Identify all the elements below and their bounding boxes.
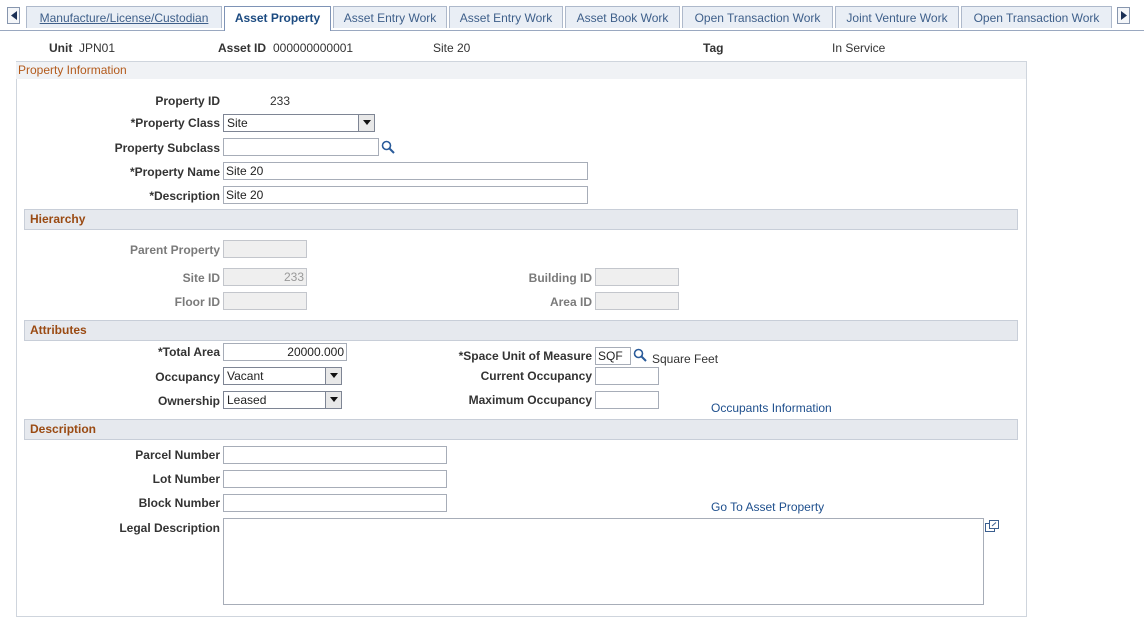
ownership-select[interactable]: Leased xyxy=(223,391,342,409)
property-subclass-label: Property Subclass xyxy=(114,141,220,155)
tab-open-transaction-work-2[interactable]: Open Transaction Work xyxy=(961,6,1112,28)
unit-label: Unit xyxy=(49,41,73,55)
parent-property-label: Parent Property xyxy=(129,243,220,257)
tab-label: Manufacture/License/Custodian xyxy=(39,11,209,25)
tag-label: Tag xyxy=(703,41,724,55)
description-label: *Description xyxy=(149,189,220,203)
property-class-value: Site xyxy=(227,116,248,130)
go-to-asset-property-link[interactable]: Go To Asset Property xyxy=(711,500,824,514)
total-area-input[interactable]: 20000.000 xyxy=(223,343,347,361)
asset-id-label: Asset ID xyxy=(218,41,267,55)
legal-description-label: Legal Description xyxy=(119,521,220,535)
current-occupancy-input[interactable] xyxy=(595,367,659,385)
tab-open-transaction-work-1[interactable]: Open Transaction Work xyxy=(682,6,833,28)
tab-asset-entry-work-1[interactable]: Asset Entry Work xyxy=(333,6,447,28)
tab-label: Asset Book Work xyxy=(576,11,669,25)
tab-label: Open Transaction Work xyxy=(694,11,821,25)
property-class-label: *Property Class xyxy=(130,116,220,130)
occupancy-select[interactable]: Vacant xyxy=(223,367,342,385)
unit-value: JPN01 xyxy=(79,41,116,55)
property-class-select[interactable]: Site xyxy=(223,114,375,132)
maximum-occupancy-label: Maximum Occupancy xyxy=(468,393,592,407)
block-number-label: Block Number xyxy=(138,496,220,510)
description-input[interactable]: Site 20 xyxy=(223,186,588,204)
parcel-number-input[interactable] xyxy=(223,446,447,464)
tab-label: Open Transaction Work xyxy=(973,11,1100,25)
building-id-input[interactable] xyxy=(595,268,679,286)
ownership-label: Ownership xyxy=(157,394,220,408)
space-uom-input[interactable]: SQF xyxy=(595,347,631,365)
scroll-left-button[interactable] xyxy=(7,7,20,24)
search-icon[interactable] xyxy=(633,348,647,362)
lot-number-label: Lot Number xyxy=(152,472,220,486)
dropdown-button[interactable] xyxy=(358,115,374,131)
property-name-input[interactable]: Site 20 xyxy=(223,162,588,180)
legal-description-textarea[interactable] xyxy=(223,518,984,605)
ownership-value: Leased xyxy=(227,393,267,407)
expand-textarea-icon[interactable] xyxy=(985,520,999,532)
building-id-label: Building ID xyxy=(528,271,592,285)
asset-id-value: 000000000001 xyxy=(273,41,354,55)
space-uom-description: Square Feet xyxy=(652,352,719,366)
total-area-label: *Total Area xyxy=(157,345,220,359)
arrow-left-icon xyxy=(10,11,17,20)
site-id-input[interactable]: 233 xyxy=(223,268,307,286)
tab-joint-venture-work[interactable]: Joint Venture Work xyxy=(835,6,959,28)
property-id-value: 233 xyxy=(270,94,291,108)
parcel-number-label: Parcel Number xyxy=(135,448,220,462)
property-information-title: Property Information xyxy=(16,62,1026,79)
dropdown-button[interactable] xyxy=(325,392,341,408)
lot-number-input[interactable] xyxy=(223,470,447,488)
floor-id-label: Floor ID xyxy=(174,295,220,309)
description-section-title: Description xyxy=(24,419,1018,440)
area-id-input[interactable] xyxy=(595,292,679,310)
tab-label: Asset Property xyxy=(234,11,321,25)
chevron-down-icon xyxy=(362,120,371,125)
block-number-input[interactable] xyxy=(223,494,447,512)
scroll-right-button[interactable] xyxy=(1117,7,1130,24)
site-id-label: Site ID xyxy=(182,271,220,285)
tab-label: Asset Entry Work xyxy=(343,11,437,25)
tab-label: Joint Venture Work xyxy=(846,11,948,25)
occupancy-label: Occupancy xyxy=(155,370,220,384)
tab-asset-property[interactable]: Asset Property xyxy=(224,6,331,31)
search-icon[interactable] xyxy=(381,140,395,154)
chevron-down-icon xyxy=(329,397,338,402)
asset-description: Site 20 xyxy=(433,41,471,55)
space-uom-label: *Space Unit of Measure xyxy=(458,349,592,363)
property-name-label: *Property Name xyxy=(129,165,220,179)
area-id-label: Area ID xyxy=(549,295,592,309)
tab-bar: Manufacture/License/Custodian Asset Prop… xyxy=(0,0,1144,31)
floor-id-input[interactable] xyxy=(223,292,307,310)
occupancy-value: Vacant xyxy=(227,369,264,383)
current-occupancy-label: Current Occupancy xyxy=(480,369,592,383)
tab-manufacture[interactable]: Manufacture/License/Custodian xyxy=(26,6,222,28)
hierarchy-section-title: Hierarchy xyxy=(24,209,1018,230)
tab-label: Asset Entry Work xyxy=(459,11,553,25)
maximum-occupancy-input[interactable] xyxy=(595,391,659,409)
asset-status: In Service xyxy=(832,41,886,55)
tab-asset-entry-work-2[interactable]: Asset Entry Work xyxy=(449,6,563,28)
arrow-right-icon xyxy=(1120,11,1127,20)
occupants-information-link[interactable]: Occupants Information xyxy=(711,401,832,415)
chevron-down-icon xyxy=(329,373,338,378)
property-id-label: Property ID xyxy=(155,94,220,108)
attributes-section-title: Attributes xyxy=(24,320,1018,341)
tab-asset-book-work[interactable]: Asset Book Work xyxy=(565,6,680,28)
dropdown-button[interactable] xyxy=(325,368,341,384)
parent-property-input[interactable] xyxy=(223,240,307,258)
property-subclass-input[interactable] xyxy=(223,138,379,156)
